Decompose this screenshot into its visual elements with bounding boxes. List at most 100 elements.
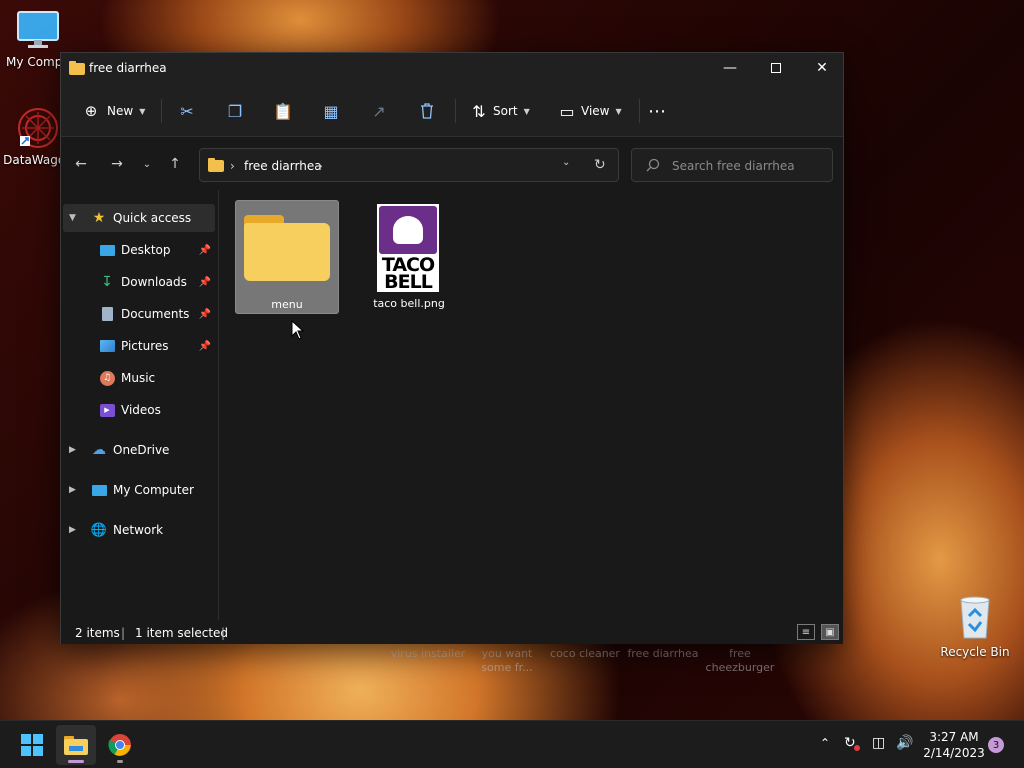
chevron-down-icon[interactable]: ▼ <box>69 213 76 223</box>
volume-icon[interactable]: 🔊 <box>896 735 913 751</box>
sidebar-item-music[interactable]: ♫ Music <box>63 364 215 392</box>
sidebar-item-downloads[interactable]: ↧ Downloads 📌 <box>63 268 215 296</box>
back-button[interactable]: ← <box>69 152 93 176</box>
paste-button[interactable]: 📋 <box>269 97 297 125</box>
file-item-image[interactable]: TACO BELL taco bell.png <box>357 200 461 314</box>
trash-icon <box>413 97 441 125</box>
file-name: taco bell.png <box>373 297 445 310</box>
desktop-ghost-label: coco cleaner <box>550 647 620 660</box>
forward-button[interactable]: → <box>105 152 129 176</box>
sidebar-item-pictures[interactable]: Pictures 📌 <box>63 332 215 360</box>
cloud-icon: ☁ <box>92 442 106 458</box>
details-view-button[interactable]: ≡ <box>797 624 815 640</box>
taskbar-chrome[interactable] <box>100 725 140 765</box>
selection-count: 1 item selected <box>135 626 229 640</box>
folder-icon <box>208 158 224 172</box>
sidebar-item-videos[interactable]: ▶ Videos <box>63 396 215 424</box>
minimize-button[interactable]: — <box>707 53 753 83</box>
up-button[interactable]: ↑ <box>163 152 187 176</box>
toolbar-divider <box>161 99 162 123</box>
recycle-bin-icon <box>960 596 990 639</box>
logo-text: BELL <box>384 271 433 293</box>
cut-button[interactable]: ✂ <box>173 97 201 125</box>
maximize-button[interactable] <box>753 53 799 83</box>
sidebar-item-label: My Computer <box>113 483 194 497</box>
navigation-bar: ← → ⌄ ↑ › free diarrhea › ⌄ ↻ Search fre… <box>61 138 843 190</box>
view-label: View <box>581 104 610 118</box>
command-bar: ⊕ New ▼ ✂ ❐ 📋 ▦ ↗ ⇅ Sort ▼ ▭ View ▼ ⋯ <box>61 83 843 137</box>
sidebar-item-label: OneDrive <box>113 443 170 457</box>
search-icon <box>646 158 660 175</box>
address-dropdown-icon[interactable]: ⌄ <box>562 157 570 168</box>
search-box[interactable]: Search free diarrhea <box>631 148 833 182</box>
view-button[interactable]: ▭ View ▼ <box>553 97 622 125</box>
close-button[interactable]: ✕ <box>799 53 845 83</box>
computer-icon <box>91 482 107 498</box>
sidebar-item-onedrive[interactable]: ▶ ☁ OneDrive <box>63 436 215 464</box>
refresh-icon[interactable]: ↻ <box>594 157 606 173</box>
taskbar-file-explorer[interactable] <box>56 725 96 765</box>
more-options-button[interactable]: ⋯ <box>643 97 671 125</box>
download-icon: ↧ <box>101 274 113 290</box>
start-button[interactable] <box>12 725 52 765</box>
pin-icon: 📌 <box>198 308 211 320</box>
music-icon: ♫ <box>99 370 115 386</box>
sync-status-icon[interactable]: ↻ <box>844 735 860 751</box>
sidebar-item-quick-access[interactable]: ▼ ★ Quick access <box>63 204 215 232</box>
sort-label: Sort <box>493 104 518 118</box>
sidebar-item-desktop[interactable]: Desktop 📌 <box>63 236 215 264</box>
sidebar-item-my-computer[interactable]: ▶ My Computer <box>63 476 215 504</box>
datawagon-logo-icon <box>18 108 58 148</box>
sidebar-item-label: Desktop <box>121 243 171 257</box>
taskbar-clock[interactable]: 3:27 AM 2/14/2023 <box>918 729 990 761</box>
chevron-right-icon[interactable]: ▶ <box>69 525 76 535</box>
new-button[interactable]: ⊕ New ▼ <box>77 97 146 125</box>
large-icons-view-button[interactable]: ▣ <box>821 624 839 640</box>
share-button[interactable]: ↗ <box>365 97 393 125</box>
monitor-icon <box>17 11 59 48</box>
chevron-right-icon[interactable]: ▶ <box>69 485 76 495</box>
chrome-icon <box>108 734 131 756</box>
desktop-ghost-label: free cheezburger <box>705 647 775 674</box>
ellipsis-icon: ⋯ <box>648 100 666 122</box>
new-label: New <box>107 104 134 118</box>
copy-button[interactable]: ❐ <box>221 97 249 125</box>
notification-badge[interactable]: 3 <box>988 737 1004 753</box>
window-title: free diarrhea <box>89 61 167 75</box>
clipboard-icon: 📋 <box>273 101 293 121</box>
taskbar: ⌃ ↻ ◫ 🔊 3:27 AM 2/14/2023 3 <box>0 720 1024 768</box>
sidebar-item-label: Network <box>113 523 164 537</box>
network-status-icon[interactable]: ◫ <box>872 735 885 751</box>
desktop-icon-recycle-bin[interactable]: Recycle Bin <box>937 594 1013 659</box>
maximize-icon <box>771 63 781 73</box>
taco-bell-logo-thumbnail: TACO BELL <box>377 204 439 292</box>
recent-locations-button[interactable]: ⌄ <box>135 152 159 176</box>
chevron-down-icon: ▼ <box>523 106 530 116</box>
rename-icon: ▦ <box>323 101 339 121</box>
breadcrumb-item[interactable]: free diarrhea <box>244 159 322 173</box>
toolbar-divider <box>455 99 456 123</box>
sort-button[interactable]: ⇅ Sort ▼ <box>465 97 530 125</box>
item-count: 2 items <box>75 626 120 640</box>
share-icon: ↗ <box>372 101 386 121</box>
title-bar[interactable]: free diarrhea — ✕ <box>61 53 843 83</box>
show-hidden-icons-button[interactable]: ⌃ <box>820 736 830 750</box>
sidebar-item-label: Quick access <box>113 211 192 225</box>
delete-button[interactable] <box>413 97 441 125</box>
view-icon: ▭ <box>559 101 575 121</box>
search-placeholder: Search free diarrhea <box>672 159 795 173</box>
rename-button[interactable]: ▦ <box>317 97 345 125</box>
chevron-right-icon[interactable]: ▶ <box>69 445 76 455</box>
clock-time: 3:27 AM <box>929 730 979 744</box>
videos-icon: ▶ <box>99 402 115 418</box>
chevron-down-icon: ▼ <box>615 106 622 116</box>
breadcrumb-separator-icon[interactable]: › <box>318 159 323 173</box>
running-indicator <box>117 760 123 763</box>
sidebar-item-documents[interactable]: Documents 📌 <box>63 300 215 328</box>
sidebar-item-network[interactable]: ▶ 🌐 Network <box>63 516 215 544</box>
address-bar[interactable]: › free diarrhea › ⌄ ↻ <box>199 148 619 182</box>
file-item-folder[interactable]: menu <box>235 200 339 314</box>
sort-icon: ⇅ <box>472 101 486 121</box>
copy-icon: ❐ <box>227 101 243 121</box>
desktop-ghost-label: you want some fr... <box>481 647 533 674</box>
